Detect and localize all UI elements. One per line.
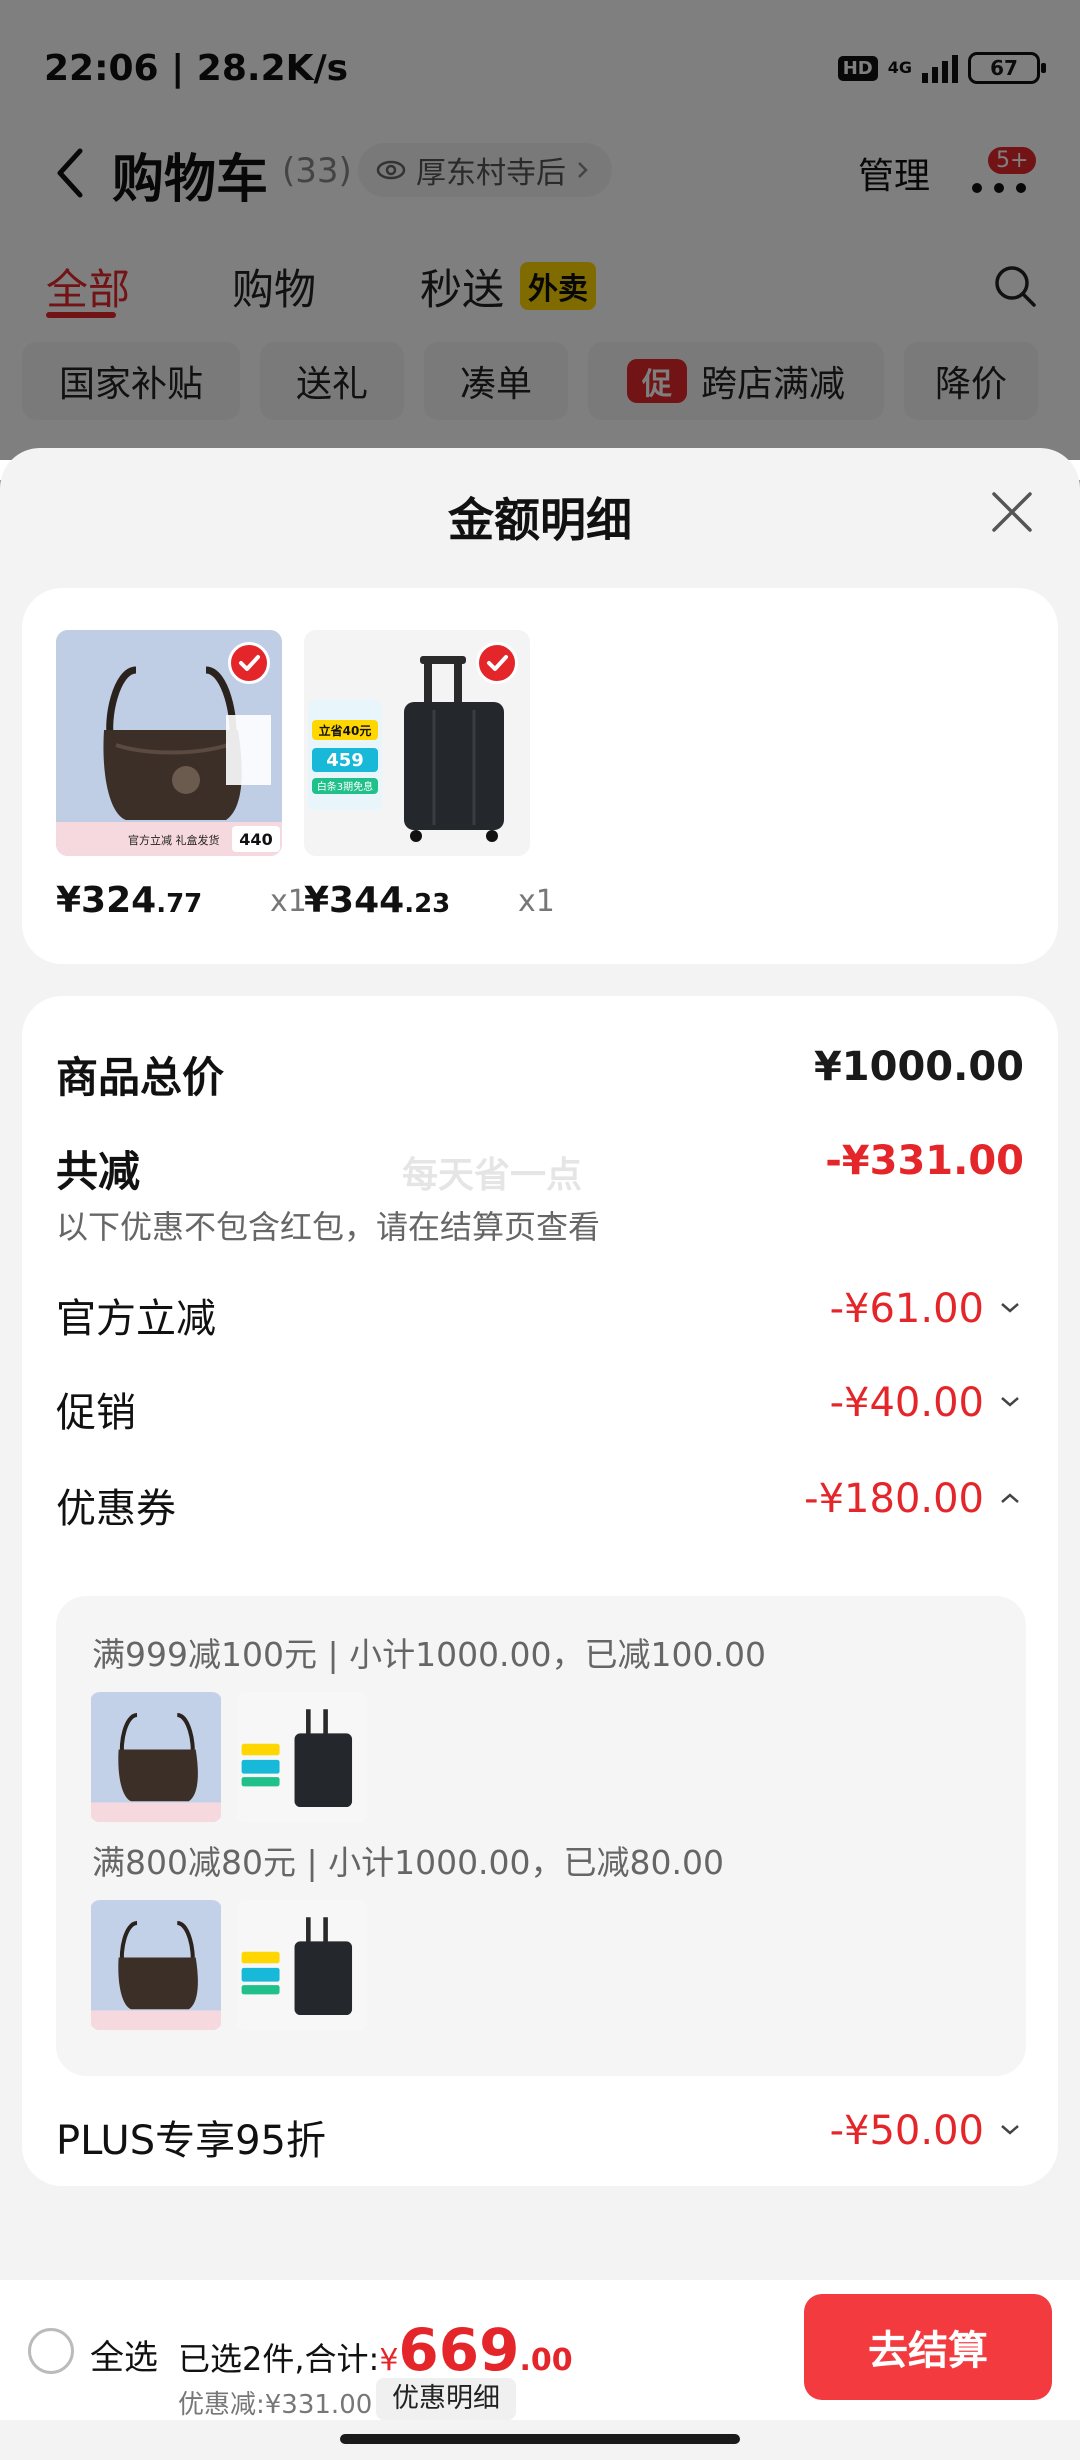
chevron-down-icon — [1001, 1303, 1019, 1313]
close-icon[interactable] — [988, 488, 1036, 536]
summary-prefix: 已选2件,合计: — [178, 2340, 380, 2378]
coupon-rule: 满800减80元 | 小计1000.00，已减80.00 — [92, 1843, 725, 1882]
coupon-details: 满999减100元 | 小计1000.00，已减100.00 满800减80元 … — [56, 1596, 1026, 2076]
product-price: ¥344.23 — [304, 880, 451, 921]
coupon-label: 优惠券 — [56, 1486, 176, 1532]
sheet-title: 金额明细 — [448, 493, 632, 547]
total-price-label: 商品总价 — [56, 1053, 225, 1102]
plus-discount-label: PLUS专享95折 — [56, 2118, 326, 2164]
coupon-product-handbag — [90, 1900, 222, 2030]
selected-products-card: 440 官方立减 礼盒发货 ¥324.77 x1 立省40元 459 白条3期免… — [22, 588, 1058, 964]
product-image-handbag: 440 官方立减 礼盒发货 — [56, 630, 282, 856]
chevron-down-icon — [1001, 1397, 1019, 1407]
promotion-value: -¥40.00 — [829, 1380, 984, 1426]
thumb-number: 459 — [326, 750, 364, 771]
discount-detail-button[interactable]: 优惠明细 — [376, 2378, 516, 2420]
home-indicator[interactable] — [340, 2434, 740, 2444]
checkout-bar: 全选 已选2件,合计:¥669.00 优惠减:¥331.00 优惠明细 去结算 — [0, 2280, 1080, 2420]
product-item[interactable]: 立省40元 459 白条3期免息 ¥344.23 x1 — [304, 630, 555, 921]
official-discount-label: 官方立减 — [56, 1296, 216, 1342]
product-quantity: x1 — [270, 884, 307, 919]
thumb-tag: 立省40元 — [319, 723, 372, 738]
product-quantity: x1 — [518, 884, 555, 919]
total-summary: 已选2件,合计:¥669.00 — [178, 2316, 573, 2384]
product-item[interactable]: 440 官方立减 礼盒发货 ¥324.77 x1 — [56, 630, 307, 921]
coupon-product-suitcase — [236, 1900, 368, 2030]
product-price: ¥324.77 — [56, 880, 203, 921]
total-reduction-value: -¥331.00 — [825, 1138, 1024, 1184]
price-breakdown-card: 商品总价 ¥1000.00 共减 -¥331.00 每天省一点 以下优惠不包含红… — [22, 996, 1058, 2186]
discount-note: 以下优惠不包含红包，请在结算页查看 — [56, 1208, 601, 1246]
coupon-value: -¥180.00 — [804, 1476, 984, 1522]
plus-discount-value: -¥50.00 — [829, 2108, 984, 2154]
discount-summary: 优惠减:¥331.00 — [178, 2390, 373, 2420]
promotion-label: 促销 — [56, 1390, 136, 1436]
chevron-down-icon — [1001, 2125, 1019, 2135]
chevron-up-icon — [1001, 1493, 1019, 1503]
checked-icon[interactable] — [228, 642, 270, 684]
total-price-value: ¥1000.00 — [813, 1044, 1024, 1090]
official-discount-value: -¥61.00 — [829, 1286, 984, 1332]
product-image-suitcase: 立省40元 459 白条3期免息 — [304, 630, 530, 856]
coupon-rule: 满999减100元 | 小计1000.00，已减100.00 — [92, 1635, 767, 1674]
amount-detail-sheet: 金额明细 440 官方立减 礼盒发货 ¥324.77 x1 立省40元 459 … — [0, 448, 1080, 2460]
coupon-product-suitcase — [236, 1692, 368, 1822]
currency-symbol: ¥ — [379, 2343, 399, 2378]
thumb-caption: 白条3期免息 — [317, 780, 373, 793]
total-amount-decimals: .00 — [519, 2343, 573, 2378]
modal-backdrop[interactable] — [0, 0, 1080, 460]
watermark-text: 每天省一点 — [402, 1155, 583, 1196]
checked-icon[interactable] — [476, 642, 518, 684]
total-amount: 669 — [398, 2316, 520, 2384]
select-all-label[interactable]: 全选 — [90, 2330, 158, 2379]
checkout-button[interactable]: 去结算 — [804, 2294, 1052, 2400]
coupon-product-handbag — [90, 1692, 222, 1822]
select-all-radio[interactable] — [28, 2328, 74, 2374]
total-reduction-label: 共减 — [56, 1147, 141, 1196]
thumb-number: 440 — [239, 830, 272, 849]
thumb-caption: 官方立减 礼盒发货 — [128, 833, 220, 847]
